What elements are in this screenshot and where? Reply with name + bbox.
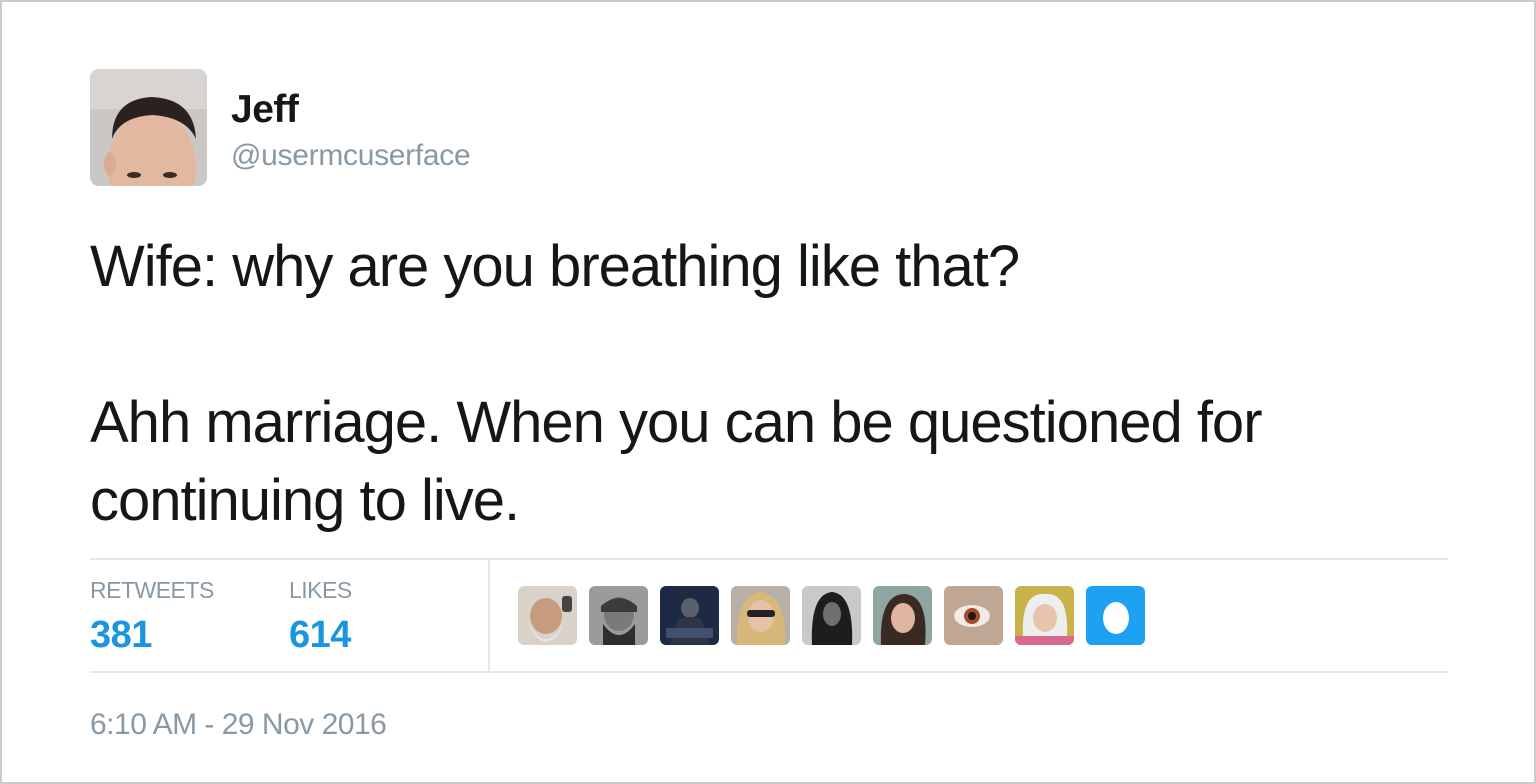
liker-avatar-3-icon xyxy=(660,586,719,645)
liker-avatar-1-icon xyxy=(518,586,577,645)
liker-avatar-5-icon xyxy=(802,586,861,645)
author-display-name[interactable]: Jeff xyxy=(231,88,299,132)
tweet-text: Wife: why are you breathing like that? A… xyxy=(90,234,1263,533)
liker-avatar-5[interactable] xyxy=(802,586,861,645)
egg-icon xyxy=(1102,601,1129,634)
liker-avatar-2[interactable] xyxy=(589,586,648,645)
profile-photo-icon xyxy=(90,69,207,186)
liker-avatar-3[interactable] xyxy=(660,586,719,645)
liker-avatar-2-icon xyxy=(589,586,648,645)
liker-avatar-1[interactable] xyxy=(518,586,577,645)
retweets-label: RETWEETS xyxy=(90,577,214,603)
liker-avatar-7[interactable] xyxy=(944,586,1003,645)
author-handle[interactable]: @usermcuserface xyxy=(231,139,471,173)
stats-top-divider xyxy=(90,558,1448,560)
liker-avatar-7-icon xyxy=(944,586,1003,645)
liker-avatars xyxy=(518,586,1145,645)
liker-avatar-4-icon xyxy=(731,586,790,645)
liker-avatar-8[interactable] xyxy=(1015,586,1074,645)
likes-label: LIKES xyxy=(289,577,352,603)
liker-avatar-4[interactable] xyxy=(731,586,790,645)
tweet-card: Jeff @usermcuserface Wife: why are you b… xyxy=(0,0,1536,784)
liker-avatar-6-icon xyxy=(873,586,932,645)
default-egg-avatar[interactable] xyxy=(1086,586,1145,645)
liker-avatar-6[interactable] xyxy=(873,586,932,645)
retweets-count: 381 xyxy=(90,614,152,656)
retweets-stat[interactable]: RETWEETS 381 xyxy=(90,577,214,657)
liker-avatar-8-icon xyxy=(1015,586,1074,645)
stats-vertical-divider xyxy=(488,560,490,671)
stats-bottom-divider xyxy=(90,671,1448,673)
likes-count: 614 xyxy=(289,614,351,656)
likes-stat[interactable]: LIKES 614 xyxy=(289,577,352,657)
tweet-timestamp[interactable]: 6:10 AM - 29 Nov 2016 xyxy=(90,708,387,742)
author-avatar[interactable] xyxy=(90,69,207,186)
